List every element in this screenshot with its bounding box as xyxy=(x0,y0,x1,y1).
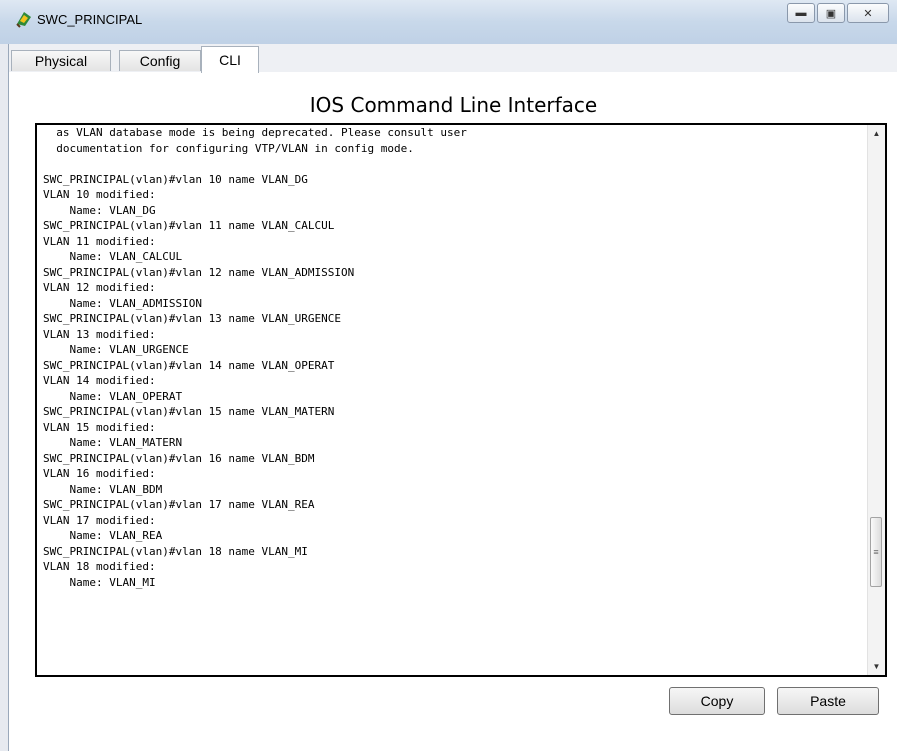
cli-line: VLAN 11 modified: xyxy=(43,234,156,248)
device-window: Physical Config CLI IOS Command Line Int… xyxy=(8,44,897,751)
cli-line: SWC_PRINCIPAL(vlan)#vlan 16 name VLAN_BD… xyxy=(43,451,315,465)
close-icon: ✕ xyxy=(863,7,873,20)
cli-panel: IOS Command Line Interface as VLAN datab… xyxy=(9,72,897,751)
cli-line: Name: VLAN_OPERAT xyxy=(43,389,183,403)
cli-output[interactable]: as VLAN database mode is being deprecate… xyxy=(43,125,467,590)
cli-line: SWC_PRINCIPAL(vlan)#vlan 12 name VLAN_AD… xyxy=(43,265,355,279)
maximize-button[interactable]: ▣ xyxy=(817,3,845,23)
tab-bar: Physical Config CLI xyxy=(9,44,897,73)
window-left-edge xyxy=(0,44,8,751)
tab-config[interactable]: Config xyxy=(119,50,201,71)
close-button[interactable]: ✕ xyxy=(847,3,889,23)
maximize-icon: ▣ xyxy=(825,7,837,20)
cli-line: VLAN 15 modified: xyxy=(43,420,156,434)
cli-line: VLAN 14 modified: xyxy=(43,374,156,387)
cli-line: SWC_PRINCIPAL(vlan)#vlan 13 name VLAN_UR… xyxy=(43,312,342,325)
cli-line: Name: VLAN_ADMISSION xyxy=(43,296,202,310)
cli-line: SWC_PRINCIPAL(vlan)#vlan 14 name VLAN_OP… xyxy=(43,358,335,372)
scroll-down-icon[interactable]: ▼ xyxy=(868,658,885,675)
cli-line: Name: VLAN_MATERN xyxy=(43,436,183,449)
cli-line: SWC_PRINCIPAL(vlan)#vlan 15 name VLAN_MA… xyxy=(43,405,335,418)
scroll-up-icon[interactable]: ▲ xyxy=(868,125,885,142)
paste-button[interactable]: Paste xyxy=(777,687,879,715)
window-controls: ▬ ▣ ✕ xyxy=(785,3,889,23)
cli-line: VLAN 12 modified: xyxy=(43,281,156,294)
packet-tracer-device-icon xyxy=(16,12,31,28)
cli-line: SWC_PRINCIPAL(vlan)#vlan 17 name VLAN_RE… xyxy=(43,498,315,511)
cli-line: Name: VLAN_BDM xyxy=(43,482,163,496)
cli-heading: IOS Command Line Interface xyxy=(309,93,598,117)
cli-console[interactable]: as VLAN database mode is being deprecate… xyxy=(35,123,887,677)
vertical-scrollbar[interactable]: ▲ ≡ ▼ xyxy=(867,125,885,675)
cli-line: Name: VLAN_DG xyxy=(43,203,156,217)
cli-line: VLAN 17 modified: xyxy=(43,513,156,527)
cli-line: Name: VLAN_URGENCE xyxy=(43,343,189,356)
cli-line: SWC_PRINCIPAL(vlan)#vlan 11 name VLAN_CA… xyxy=(43,219,335,232)
title-bar[interactable]: SWC_PRINCIPAL ▬ ▣ ✕ xyxy=(0,0,897,44)
tab-cli[interactable]: CLI xyxy=(201,46,259,73)
tab-physical[interactable]: Physical xyxy=(11,50,111,71)
grip-icon: ≡ xyxy=(873,547,879,557)
cli-line: SWC_PRINCIPAL(vlan)#vlan 18 name VLAN_MI xyxy=(43,544,308,558)
minimize-button[interactable]: ▬ xyxy=(787,3,815,23)
cli-line: VLAN 13 modified: xyxy=(43,327,156,341)
window-title: SWC_PRINCIPAL xyxy=(37,12,143,27)
cli-line: SWC_PRINCIPAL(vlan)#vlan 10 name VLAN_DG xyxy=(43,172,308,186)
cli-line: VLAN 16 modified: xyxy=(43,467,156,480)
scroll-thumb[interactable]: ≡ xyxy=(870,517,882,587)
cli-line: Name: VLAN_REA xyxy=(43,529,163,542)
cli-line: Name: VLAN_MI xyxy=(43,575,156,589)
cli-line: VLAN 10 modified: xyxy=(43,188,156,201)
cli-line: as VLAN database mode is being deprecate… xyxy=(43,126,467,139)
cli-line: VLAN 18 modified: xyxy=(43,560,156,573)
cli-line: Name: VLAN_CALCUL xyxy=(43,250,183,263)
cli-line: documentation for configuring VTP/VLAN i… xyxy=(43,141,414,155)
minimize-icon: ▬ xyxy=(795,7,807,19)
copy-button[interactable]: Copy xyxy=(669,687,765,715)
